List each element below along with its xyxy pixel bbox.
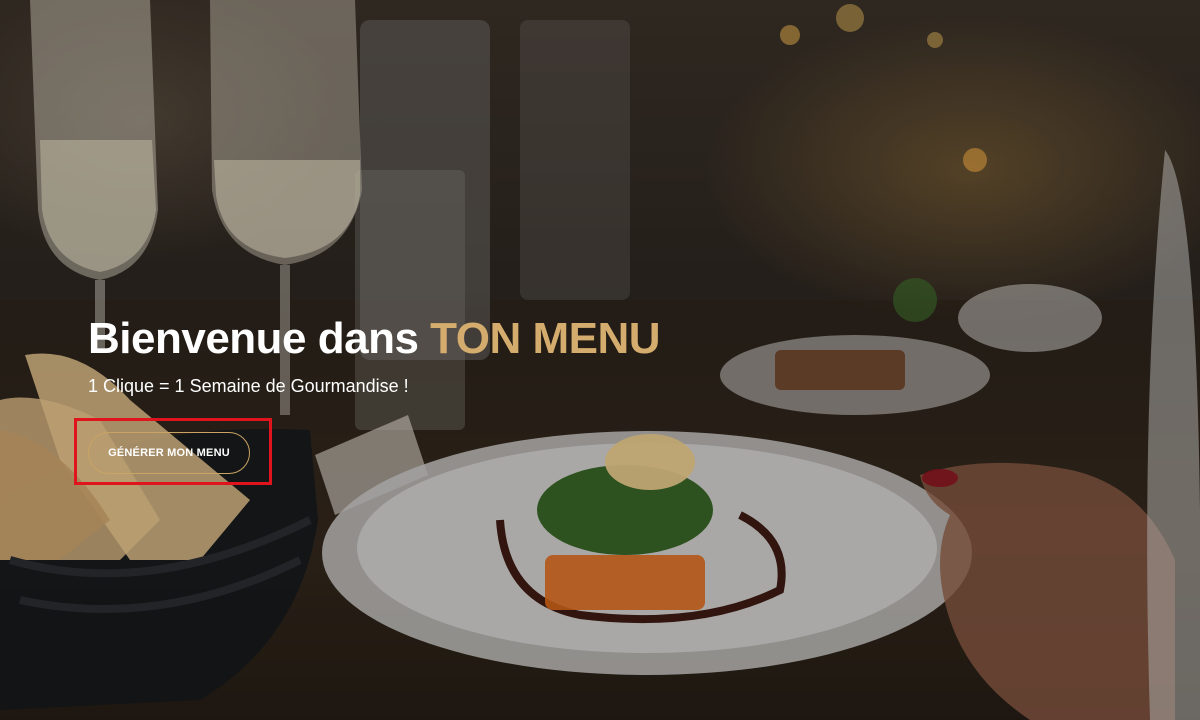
generate-menu-button[interactable]: GÉNÉRER MON MENU [88,432,250,474]
hero-subtitle: 1 Clique = 1 Semaine de Gourmandise ! [88,376,409,396]
hero-title-prefix: Bienvenue dans [88,314,419,363]
hero-title: Bienvenue dans TON MENU [88,314,661,364]
hero-title-accent: TON MENU [430,314,661,363]
